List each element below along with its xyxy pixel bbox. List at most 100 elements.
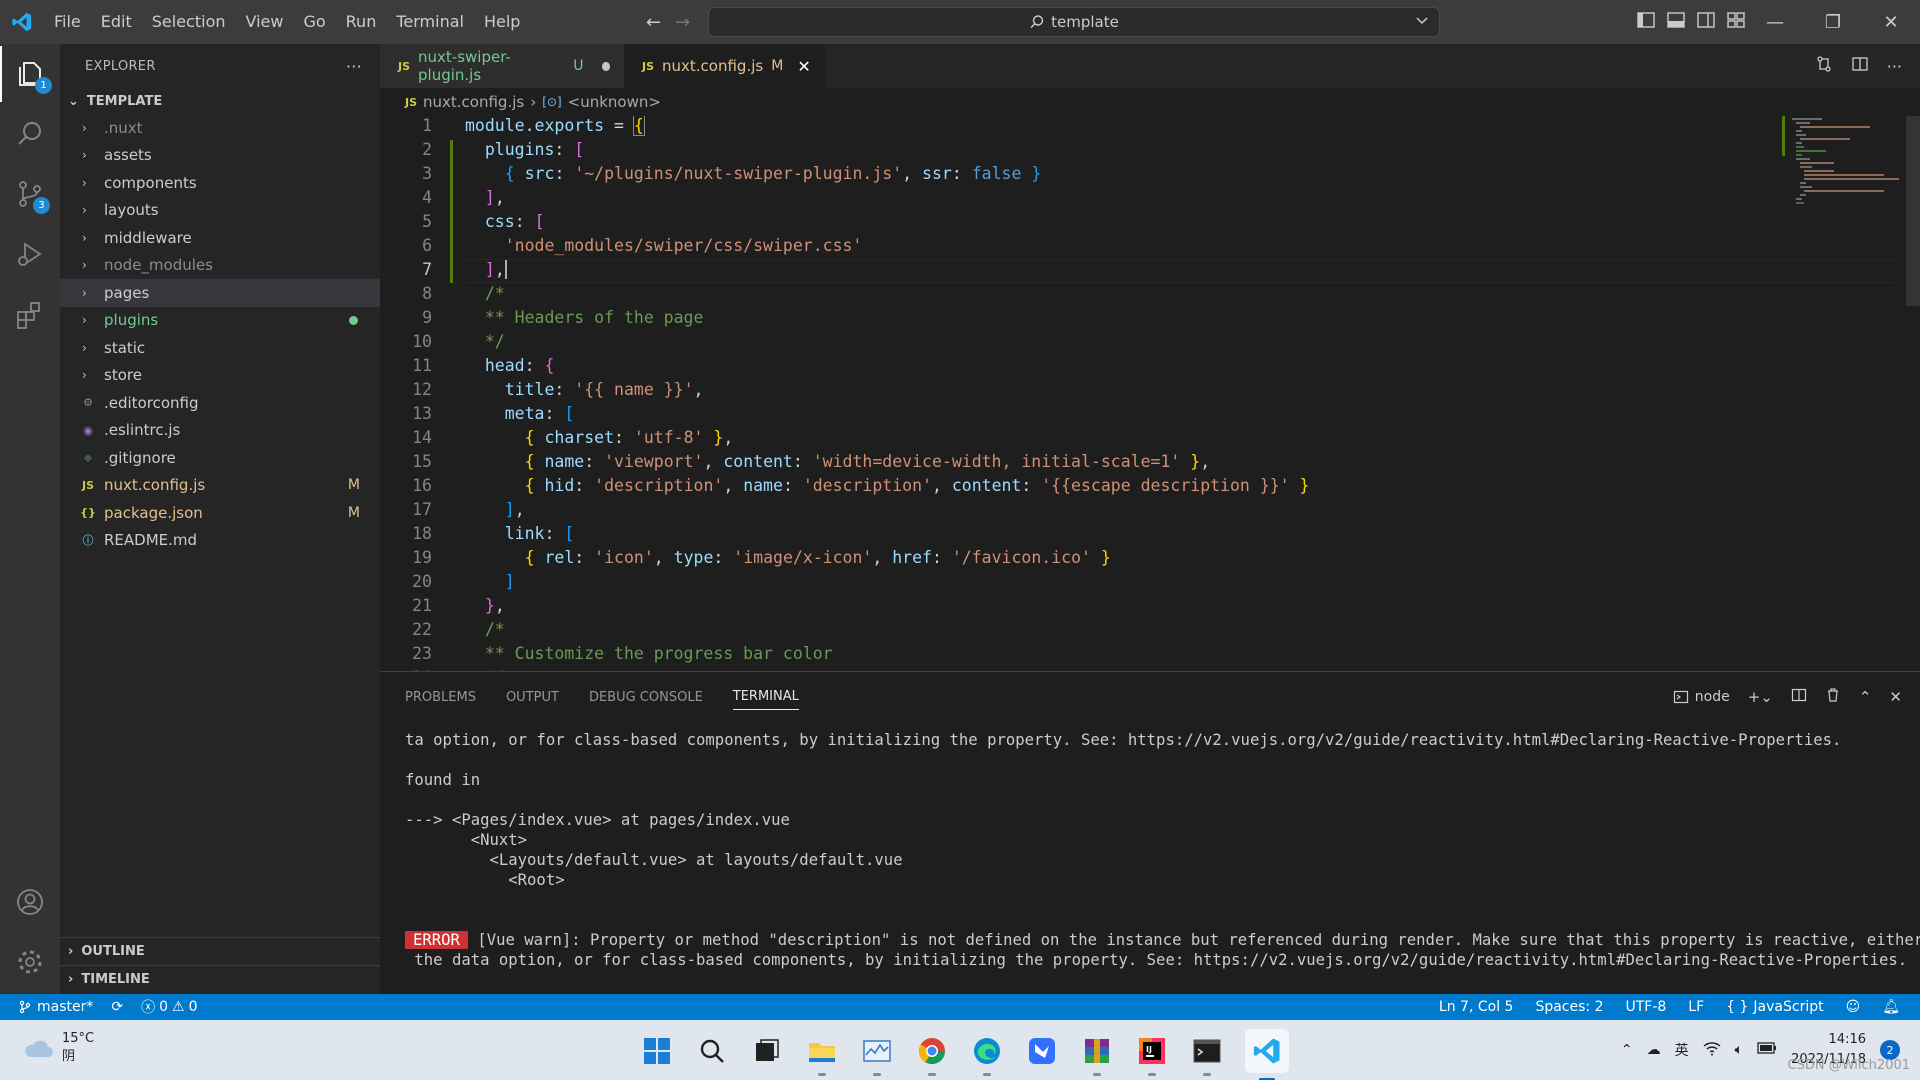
menu-file[interactable]: File	[44, 0, 91, 44]
tree-folder-pages[interactable]: › pages	[60, 279, 380, 307]
feedback-icon[interactable]: ☺	[1846, 999, 1861, 1015]
menu-run[interactable]: Run	[336, 0, 387, 44]
edge-icon[interactable]	[970, 1034, 1004, 1076]
tree-folder-assets[interactable]: › assets	[60, 142, 380, 170]
feishu-icon[interactable]	[1025, 1034, 1059, 1068]
weather-widget[interactable]: 15°C 阴	[22, 1030, 94, 1066]
unsaved-dot-icon[interactable]	[601, 61, 610, 71]
maximize-panel-icon[interactable]: ⌃	[1859, 688, 1872, 706]
taskbar-search-icon[interactable]	[695, 1034, 729, 1068]
minimize-icon[interactable]: —	[1746, 0, 1804, 44]
indentation[interactable]: Spaces: 2	[1535, 999, 1603, 1015]
tab-nuxt-swiper-plugin[interactable]: JS nuxt-swiper-plugin.js U	[380, 44, 624, 88]
start-icon[interactable]	[640, 1034, 674, 1068]
search-icon[interactable]	[0, 106, 60, 162]
close-tab-icon[interactable]: ✕	[797, 57, 810, 76]
run-debug-icon[interactable]	[0, 226, 60, 282]
toggle-secondary-sidebar-icon[interactable]	[1696, 10, 1716, 30]
tab-terminal[interactable]: TERMINAL	[732, 684, 799, 710]
minimap[interactable]	[1782, 116, 1902, 671]
toggle-panel-icon[interactable]	[1666, 10, 1686, 30]
tab-debug-console[interactable]: DEBUG CONSOLE	[589, 672, 703, 722]
volume-icon[interactable]: 🔈︎	[1735, 1042, 1743, 1058]
language-mode[interactable]: { } JavaScript	[1726, 999, 1823, 1015]
wifi-icon[interactable]	[1703, 1040, 1721, 1060]
new-terminal-icon[interactable]: +⌄	[1748, 688, 1773, 706]
branch-status[interactable]: master*	[18, 999, 93, 1015]
code-editor[interactable]: 1 module.exports = { 2 plugins: [ 3 { src…	[380, 116, 1920, 671]
tab-problems[interactable]: PROBLEMS	[405, 672, 476, 722]
notification-badge[interactable]: 2	[1880, 1040, 1900, 1060]
tab-output[interactable]: OUTPUT	[506, 672, 559, 722]
outline-section[interactable]: › OUTLINE	[60, 937, 380, 965]
tree-folder-static[interactable]: › static	[60, 334, 380, 362]
menu-terminal[interactable]: Terminal	[386, 0, 474, 44]
sync-icon[interactable]: ⟳	[111, 999, 123, 1015]
tree-folder-plugins[interactable]: › plugins	[60, 307, 380, 335]
tree-file-nuxt-config[interactable]: JS nuxt.config.js M	[60, 472, 380, 500]
menu-selection[interactable]: Selection	[142, 0, 236, 44]
tree-folder-nuxt[interactable]: › .nuxt	[60, 114, 380, 142]
tree-folder-store[interactable]: › store	[60, 362, 380, 390]
extensions-icon[interactable]	[0, 286, 60, 342]
tree-file-readme[interactable]: ⓘ README.md	[60, 527, 380, 555]
gear-icon[interactable]	[0, 934, 60, 990]
command-center[interactable]: template	[708, 7, 1440, 37]
menu-view[interactable]: View	[236, 0, 294, 44]
chrome-icon[interactable]	[915, 1034, 949, 1076]
cursor-position[interactable]: Ln 7, Col 5	[1439, 999, 1514, 1015]
intellij-icon[interactable]: IJ	[1135, 1034, 1169, 1076]
performance-monitor-icon[interactable]	[860, 1034, 894, 1076]
battery-icon[interactable]	[1757, 1041, 1777, 1059]
chevron-up-icon[interactable]: ⌃	[1621, 1042, 1633, 1058]
tree-folder-node-modules[interactable]: › node_modules	[60, 252, 380, 280]
toggle-primary-sidebar-icon[interactable]	[1636, 10, 1656, 30]
close-window-icon[interactable]: ✕	[1862, 0, 1920, 44]
breadcrumb-file[interactable]: nuxt.config.js	[423, 93, 524, 111]
trash-icon[interactable]	[1825, 687, 1841, 707]
back-arrow-icon[interactable]: ←	[646, 12, 661, 33]
workspace-section[interactable]: ⌄ TEMPLATE	[60, 88, 380, 114]
breadcrumb-symbol[interactable]: <unknown>	[568, 93, 661, 111]
tree-file-gitignore[interactable]: ◆ .gitignore	[60, 444, 380, 472]
task-view-icon[interactable]	[750, 1034, 784, 1068]
forward-arrow-icon[interactable]: →	[675, 12, 690, 33]
tree-file-package-json[interactable]: {} package.json M	[60, 499, 380, 527]
end-of-line[interactable]: LF	[1688, 999, 1704, 1015]
split-editor-icon[interactable]	[1851, 55, 1869, 77]
bell-icon[interactable]: 🔔︎	[1882, 999, 1900, 1015]
terminal-output[interactable]: ta option, or for class-based components…	[405, 730, 1920, 970]
close-panel-icon[interactable]: ✕	[1889, 688, 1902, 706]
chevron-down-icon[interactable]	[1415, 13, 1429, 31]
scrollbar-thumb[interactable]	[1906, 116, 1920, 306]
ime-indicator[interactable]: 英	[1675, 1040, 1689, 1060]
encoding[interactable]: UTF-8	[1625, 999, 1666, 1015]
tree-file-editorconfig[interactable]: ⚙ .editorconfig	[60, 389, 380, 417]
terminal-selector[interactable]: node	[1673, 689, 1730, 705]
tree-folder-components[interactable]: › components	[60, 169, 380, 197]
split-terminal-icon[interactable]	[1791, 687, 1807, 707]
tree-folder-layouts[interactable]: › layouts	[60, 197, 380, 225]
editor-scrollbar[interactable]	[1905, 116, 1920, 671]
winrar-icon[interactable]	[1080, 1034, 1114, 1076]
file-explorer-icon[interactable]	[805, 1034, 839, 1076]
menu-help[interactable]: Help	[474, 0, 530, 44]
tab-nuxt-config[interactable]: JS nuxt.config.js M ✕	[624, 44, 825, 88]
vscode-taskbar-icon[interactable]	[1245, 1029, 1289, 1080]
timeline-section[interactable]: › TIMELINE	[60, 965, 380, 993]
open-changes-icon[interactable]	[1815, 55, 1833, 77]
menu-edit[interactable]: Edit	[91, 0, 142, 44]
terminal-app-icon[interactable]	[1190, 1034, 1224, 1076]
more-actions-icon[interactable]: ···	[346, 57, 362, 76]
explorer-icon[interactable]: 1	[0, 46, 60, 102]
restore-icon[interactable]: ❐	[1804, 0, 1862, 44]
accounts-icon[interactable]	[0, 874, 60, 930]
more-actions-icon[interactable]: ···	[1887, 57, 1902, 76]
menu-go[interactable]: Go	[293, 0, 335, 44]
onedrive-icon[interactable]: ☁	[1647, 1042, 1661, 1058]
customize-layout-icon[interactable]	[1726, 10, 1746, 30]
tree-folder-middleware[interactable]: › middleware	[60, 224, 380, 252]
problems-status[interactable]: ⓧ 0 ⚠ 0	[141, 997, 197, 1017]
source-control-icon[interactable]: 3	[0, 166, 60, 222]
tree-file-eslintrc[interactable]: ◉ .eslintrc.js	[60, 417, 380, 445]
